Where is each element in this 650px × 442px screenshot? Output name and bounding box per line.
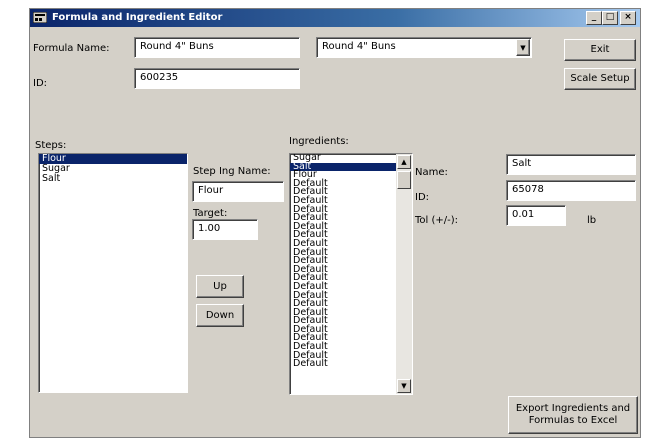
formula-name-label: Formula Name: (33, 43, 110, 54)
scroll-thumb[interactable] (397, 171, 411, 189)
maximize-button[interactable]: □ (602, 11, 618, 25)
formula-select-button[interactable]: ▼ (516, 39, 530, 56)
scroll-down-button[interactable]: ▼ (397, 379, 411, 393)
ingredient-name-field[interactable]: Salt (506, 154, 636, 175)
scroll-up-button[interactable]: ▲ (397, 155, 411, 169)
up-button[interactable]: Up (196, 275, 244, 298)
ingredients-label: Ingredients: (289, 136, 349, 147)
target-label: Target: (193, 208, 228, 219)
ingredients-list[interactable]: Sugar Salt Flour Default Default Default Defau… (289, 153, 413, 395)
step-ing-name-field[interactable]: Flour (192, 181, 284, 202)
formula-id-field[interactable]: 600235 (134, 68, 300, 89)
target-field[interactable]: 1.00 (192, 219, 258, 240)
export-excel-button[interactable]: Export Ingredients and Formulas to Excel (508, 396, 638, 434)
tolerance-field[interactable]: 0.01 (506, 205, 566, 226)
tolerance-label: Tol (+/-): (415, 215, 459, 226)
down-button[interactable]: Down (196, 304, 244, 327)
ingredient-id-field[interactable]: 65078 (506, 180, 636, 201)
ingredient-name-label: Name: (415, 167, 448, 178)
app-icon (33, 12, 47, 23)
steps-label: Steps: (35, 140, 67, 151)
formula-select[interactable]: Round 4" Buns (316, 37, 532, 58)
scale-setup-button[interactable]: Scale Setup (564, 68, 636, 90)
minimize-icon: _ (591, 12, 597, 22)
formula-name-field[interactable]: Round 4" Buns (134, 37, 300, 58)
close-button[interactable]: × (620, 11, 636, 25)
arrow-up-icon: ▲ (401, 158, 407, 166)
formula-select-value: Round 4" Buns (322, 41, 396, 52)
formula-id-label: ID: (33, 78, 48, 89)
chevron-down-icon: ▼ (520, 43, 526, 52)
steps-list[interactable]: Flour Sugar Salt (38, 153, 188, 393)
exit-button[interactable]: Exit (564, 39, 636, 61)
ingredient-list-item[interactable]: Default (290, 359, 396, 369)
arrow-down-icon: ▼ (401, 382, 407, 390)
step-list-item[interactable]: Salt (39, 174, 187, 184)
window-title: Formula and Ingredient Editor (52, 12, 223, 23)
step-ing-name-label: Step Ing Name: (193, 166, 271, 177)
editor-window: Formula and Ingredient Editor _ □ × Form… (29, 8, 641, 438)
ingredient-id-label: ID: (415, 192, 430, 203)
step-list-item[interactable]: Sugar (39, 164, 187, 174)
close-icon: × (624, 12, 632, 22)
tolerance-unit: lb (587, 215, 597, 226)
minimize-button[interactable]: _ (586, 11, 602, 25)
maximize-icon: □ (605, 12, 615, 22)
ingredients-scrollbar[interactable]: ▲ ▼ (396, 154, 412, 394)
title-bar[interactable]: Formula and Ingredient Editor _ □ × (30, 9, 640, 27)
